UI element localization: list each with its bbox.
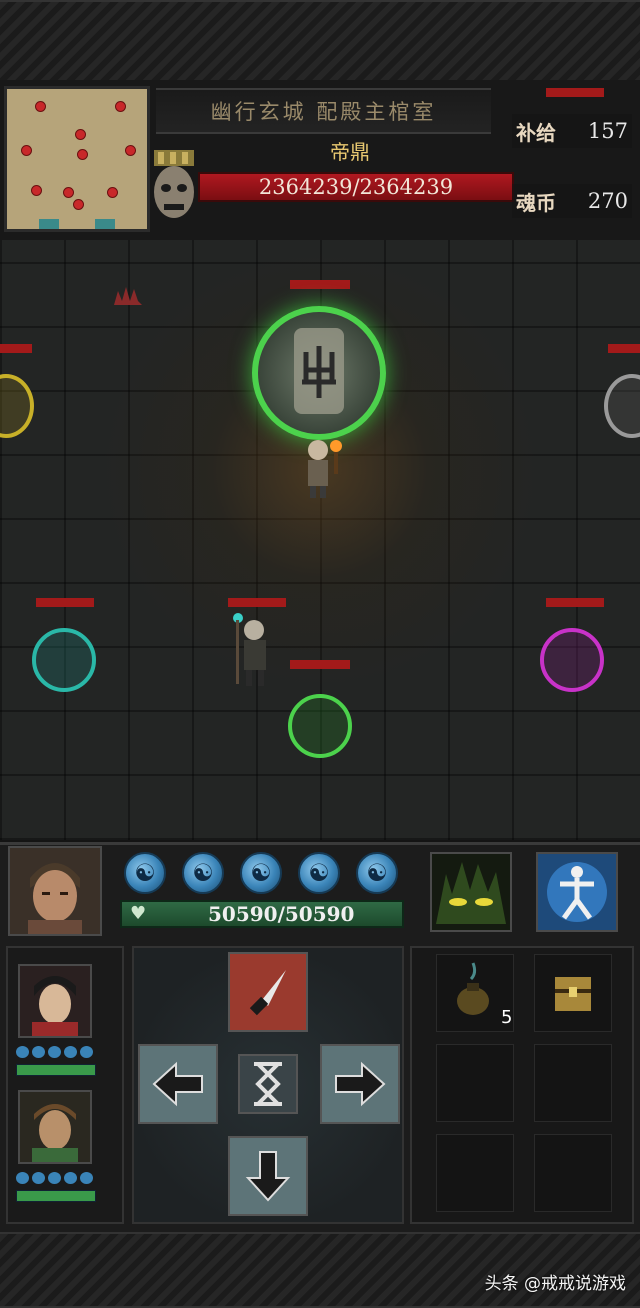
- inventory-slot[interactable]: [534, 1134, 612, 1212]
- arrow-left-icon: [152, 1061, 203, 1107]
- green-jar[interactable]: [288, 694, 352, 758]
- spike-trap-icon: [114, 285, 142, 305]
- party-hp-bar: [16, 1190, 96, 1202]
- enemy-hp-tab: [228, 598, 286, 607]
- inventory-grid: 5: [410, 946, 634, 1224]
- boss-name: 帝鼎: [330, 140, 370, 164]
- inventory-slot[interactable]: [436, 1134, 514, 1212]
- inventory-slot[interactable]: [534, 1044, 612, 1122]
- move-right-button[interactable]: [320, 1044, 400, 1124]
- enemy-hp-tab: [546, 598, 604, 607]
- party-hp-bar: [16, 1064, 96, 1076]
- coin-value: 270: [587, 189, 628, 213]
- spirit-orb-icon: ☯: [240, 852, 282, 894]
- enemy-hp-tab: [0, 344, 32, 353]
- treasure-chest-icon: [555, 977, 591, 1011]
- party-orbs: [16, 1172, 93, 1184]
- supply-label: 补给: [516, 120, 556, 145]
- arrow-right-icon: [335, 1061, 386, 1107]
- wait-button[interactable]: [238, 1054, 298, 1114]
- supply-value: 157: [587, 119, 628, 143]
- inventory-slot[interactable]: 5: [436, 954, 514, 1032]
- move-left-button[interactable]: [138, 1044, 218, 1124]
- move-down-button[interactable]: [228, 1136, 308, 1216]
- boss-hp-bar: 2364239/2364239: [198, 172, 514, 202]
- boss-cauldron[interactable]: [252, 306, 386, 440]
- item-count: 5: [501, 1007, 513, 1028]
- enemy-hp-tab: [608, 344, 640, 353]
- boss-portrait: [148, 148, 200, 224]
- dagger-icon: [249, 970, 286, 1016]
- supply-counter: 补给 157: [512, 114, 632, 148]
- coin-label: 魂币: [516, 190, 556, 215]
- spirit-orb-icon: ☯: [298, 852, 340, 894]
- martial-stance-icon: [547, 862, 607, 922]
- resource-tab: [546, 88, 604, 97]
- skill-martial-stance[interactable]: [536, 852, 618, 932]
- inventory-slot[interactable]: [534, 954, 612, 1032]
- player-hp-text: 50590/50590: [208, 902, 355, 926]
- location-title: 幽行玄城 配殿主棺室: [156, 88, 491, 134]
- top-border: [0, 0, 640, 84]
- spirit-orb-icon: ☯: [182, 852, 224, 894]
- enemy-hp-tab: [290, 280, 350, 289]
- magenta-jar[interactable]: [540, 628, 604, 692]
- beast-eyes-icon: [436, 862, 506, 924]
- watermark: 头条 @戒戒说游戏: [484, 1274, 626, 1294]
- hero-portrait[interactable]: [8, 846, 102, 936]
- skill-beast-eyes[interactable]: [430, 852, 512, 932]
- party-orbs: [16, 1046, 93, 1058]
- player-hp-bar: ♥ 50590/50590: [120, 900, 404, 928]
- skeleton-minion: [226, 610, 278, 690]
- player-character: [296, 436, 356, 500]
- arrow-down-icon: [245, 1151, 291, 1202]
- enemy-hp-tab: [290, 660, 350, 669]
- spirit-orb-icon: ☯: [124, 852, 166, 894]
- attack-button[interactable]: [228, 952, 308, 1032]
- coin-counter: 魂币 270: [512, 184, 632, 218]
- enemy-hp-tab: [36, 598, 94, 607]
- spirit-orb-icon: ☯: [356, 852, 398, 894]
- hourglass-icon: [254, 1062, 282, 1106]
- party-member-portrait[interactable]: [18, 1090, 92, 1164]
- movement-pad: [132, 946, 404, 1224]
- inventory-slot[interactable]: [436, 1044, 514, 1122]
- cyan-jar[interactable]: [32, 628, 96, 692]
- minimap[interactable]: [4, 86, 150, 232]
- party-member-portrait[interactable]: [18, 964, 92, 1038]
- heart-icon: ♥: [130, 903, 147, 924]
